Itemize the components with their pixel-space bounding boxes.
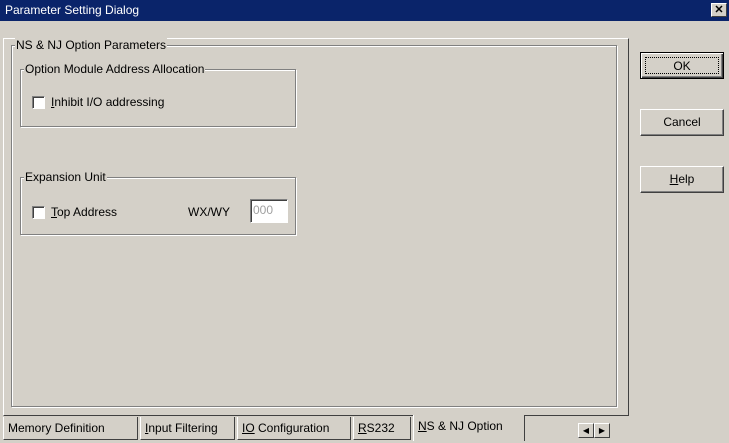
top-address-checkbox-row[interactable]: Top Address (32, 205, 117, 219)
option-module-title: Option Module Address Allocation (24, 62, 206, 76)
expansion-unit-group: Expansion Unit Top Address WX/WY 000 (20, 170, 296, 235)
arrow-left-icon: ◀ (582, 426, 590, 435)
tab-memory-definition[interactable]: Memory Definition (3, 417, 138, 440)
ok-label: OK (645, 57, 719, 74)
ok-button[interactable]: OK (640, 52, 724, 79)
help-button[interactable]: Help (640, 166, 724, 193)
tab-input-filtering[interactable]: Input Filtering (140, 417, 235, 440)
top-address-label: Top Address (51, 205, 118, 219)
ns-nj-parameters-title: NS & NJ Option Parameters (15, 38, 168, 52)
wx-wy-label: WX/WY (188, 205, 230, 219)
tab-ns-nj-option[interactable]: NS & NJ Option (413, 415, 525, 441)
title-bar: Parameter Setting Dialog ✕ (0, 0, 729, 21)
top-address-checkbox[interactable] (32, 205, 45, 219)
option-module-group: Option Module Address Allocation Inhibit… (20, 62, 296, 127)
wx-wy-address-input[interactable]: 000 (250, 199, 288, 223)
inhibit-io-label: Inhibit I/O addressing (51, 95, 165, 109)
arrow-right-icon: ▶ (598, 426, 606, 435)
tab-rs232[interactable]: RS232 (353, 417, 411, 440)
window-title: Parameter Setting Dialog (5, 3, 140, 17)
expansion-unit-title: Expansion Unit (24, 170, 107, 184)
inhibit-io-checkbox-row[interactable]: Inhibit I/O addressing (32, 95, 164, 109)
property-page-panel: NS & NJ Option Parameters Option Module … (3, 38, 629, 416)
tab-strip: Memory Definition Input Filtering IO Con… (3, 415, 629, 443)
tab-scroll-right-button[interactable]: ▶ (594, 423, 610, 438)
cancel-button[interactable]: Cancel (640, 109, 724, 136)
close-icon: ✕ (714, 4, 724, 16)
tab-io-configuration[interactable]: IO Configuration (237, 417, 351, 440)
dialog-client-area: NS & NJ Option Parameters Option Module … (0, 21, 729, 443)
inhibit-io-checkbox[interactable] (32, 95, 45, 109)
close-button[interactable]: ✕ (711, 3, 727, 17)
tab-scroll-left-button[interactable]: ◀ (578, 423, 594, 438)
ns-nj-parameters-group: NS & NJ Option Parameters Option Module … (11, 38, 617, 407)
